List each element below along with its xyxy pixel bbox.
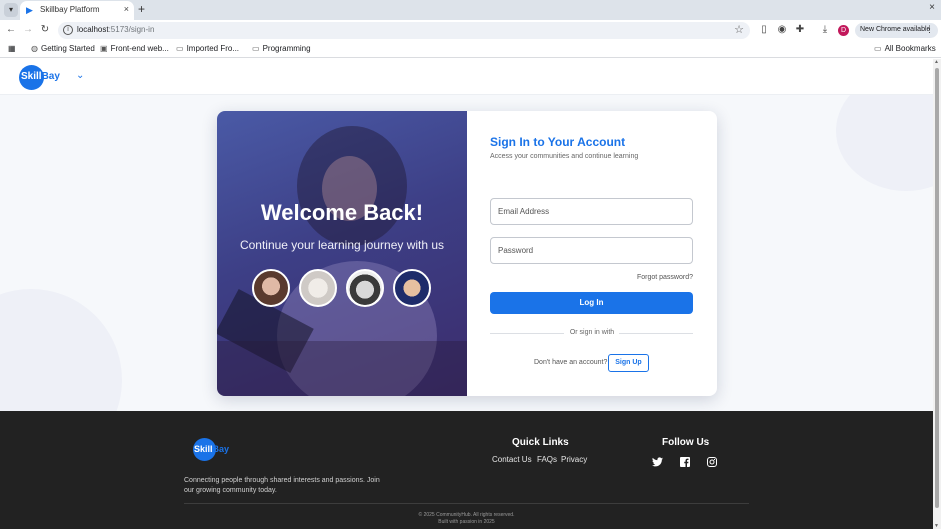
site-icon: ▣ [100,44,108,53]
avatar [346,269,384,307]
puzzle-icon[interactable]: ✚ [794,24,806,36]
site-footer: SkillBay Connecting people through share… [0,411,933,529]
tab-close-icon[interactable]: × [124,4,129,14]
footer-link-privacy[interactable]: Privacy [561,455,587,464]
new-tab-button[interactable]: + [138,2,145,16]
browser-toolbar: ← → ↻ i localhost:5173/sign-in ☆ ▯ ◉ ✚ ⤓… [0,20,941,41]
bookmarks-bar: ▦ ◍ Getting Started ▣ Front-end web... ▭ Im… [0,41,941,58]
browser-tab[interactable]: ▶ Skillbay Platform × [20,1,134,20]
signup-button[interactable]: Sign Up [608,354,649,372]
tab-search-icon[interactable]: ▾ [4,3,18,17]
email-input[interactable] [491,199,692,224]
logo-part-bay: Bay [41,71,60,82]
avatar [299,269,337,307]
footer-description: Connecting people through shared interes… [184,477,380,494]
instagram-icon[interactable] [706,457,718,469]
logo-part-bay: Bay [212,444,230,454]
folder-icon: ▭ [176,44,184,53]
chevron-down-icon[interactable]: ⌄ [76,70,84,81]
update-label: New Chrome available [860,26,931,33]
footer-divider [184,503,749,504]
copyright-text: © 2025 CommunityHub. All rights reserved… [418,512,515,518]
quick-links-title: Quick Links [512,437,569,448]
extension-icon[interactable]: ◉ [776,24,788,36]
facebook-icon[interactable] [679,457,691,469]
reload-icon[interactable]: ↻ [38,23,52,37]
page-scrollbar[interactable]: ▲ ▼ [933,59,941,529]
logo-part-skill: Skill [21,71,42,82]
welcome-title: Welcome Back! [260,200,424,225]
site-logo-text[interactable]: SkillBay [21,71,60,82]
divider-text: Or sign in with [569,329,615,336]
site-info-icon[interactable]: i [63,25,73,35]
globe-icon: ◍ [31,44,38,53]
no-account-text: Don't have an account? [534,359,608,366]
bookmark-folder-programming[interactable]: ▭ Programming [252,44,311,53]
bookmark-label: All Bookmarks [884,44,936,53]
bookmark-label: Imported Fro... [186,44,240,53]
address-bar[interactable]: i localhost:5173/sign-in ☆ [58,22,750,39]
forward-icon[interactable]: → [21,23,35,37]
back-icon[interactable]: ← [4,23,18,37]
update-chrome-button[interactable]: New Chrome available ⋮ [855,23,938,38]
twitter-icon[interactable] [651,457,663,469]
welcome-subtitle: Continue your learning journey with us [239,238,445,252]
download-icon[interactable]: ⤓ [819,24,831,36]
scroll-thumb[interactable] [935,68,939,508]
browser-tab-strip: ▾ ▶ Skillbay Platform × + × [0,0,941,20]
avatar [252,269,290,307]
forgot-password-link[interactable]: Forgot password? [637,274,693,281]
url-host: localhost [77,25,109,34]
avatar [393,269,431,307]
scroll-up-icon[interactable]: ▲ [934,59,939,65]
tab-title: Skillbay Platform [40,5,100,14]
window-close-icon[interactable]: × [929,2,935,13]
email-field[interactable] [490,198,693,225]
all-bookmarks[interactable]: ▭ All Bookmarks [874,44,936,53]
bookmark-label: Front-end web... [110,44,169,53]
follow-us-title: Follow Us [662,437,710,448]
side-panel-icon[interactable]: ▯ [758,24,770,36]
password-input[interactable] [491,238,692,263]
folder-icon: ▭ [874,44,882,53]
photo-table-shape [217,341,467,396]
site-header: SkillBay ⌄ [0,59,933,95]
bookmark-star-icon[interactable]: ☆ [734,23,744,36]
welcome-panel: Welcome Back! Continue your learning jou… [217,111,467,396]
login-button[interactable]: Log In [490,292,693,314]
folder-icon: ▭ [252,44,260,53]
password-field[interactable] [490,237,693,264]
signin-card: Welcome Back! Continue your learning jou… [217,111,717,396]
footer-link-contact[interactable]: Contact Us [492,455,532,464]
menu-dots-icon[interactable]: ⋮ [925,24,934,35]
favicon-icon: ▶ [26,5,33,15]
profile-avatar[interactable]: D [838,25,849,36]
signin-title: Sign In to Your Account [490,135,626,149]
bookmark-getting-started[interactable]: ◍ Getting Started [31,44,95,53]
page-viewport: SkillBay ⌄ Welcome Back! Continue your l… [0,59,933,529]
url-text[interactable]: localhost:5173/sign-in [77,25,154,34]
url-path: :5173/sign-in [108,25,155,34]
footer-link-faqs[interactable]: FAQs [537,455,557,464]
logo-part-skill: Skill [194,444,213,454]
signin-subtitle: Access your communities and continue lea… [490,153,639,160]
bookmark-label: Programming [262,44,311,53]
bookmark-label: Getting Started [40,44,95,53]
bookmark-front-end[interactable]: ▣ Front-end web... [100,44,169,53]
apps-grid-icon[interactable]: ▦ [8,44,16,53]
built-with-text: Built with passion in 2025 [438,519,495,525]
footer-logo-text[interactable]: SkillBay [194,444,229,454]
scroll-down-icon[interactable]: ▼ [934,523,939,529]
signin-form: Sign In to Your Account Access your comm… [467,111,717,396]
bookmark-folder-imported[interactable]: ▭ Imported Fro... [176,44,239,53]
